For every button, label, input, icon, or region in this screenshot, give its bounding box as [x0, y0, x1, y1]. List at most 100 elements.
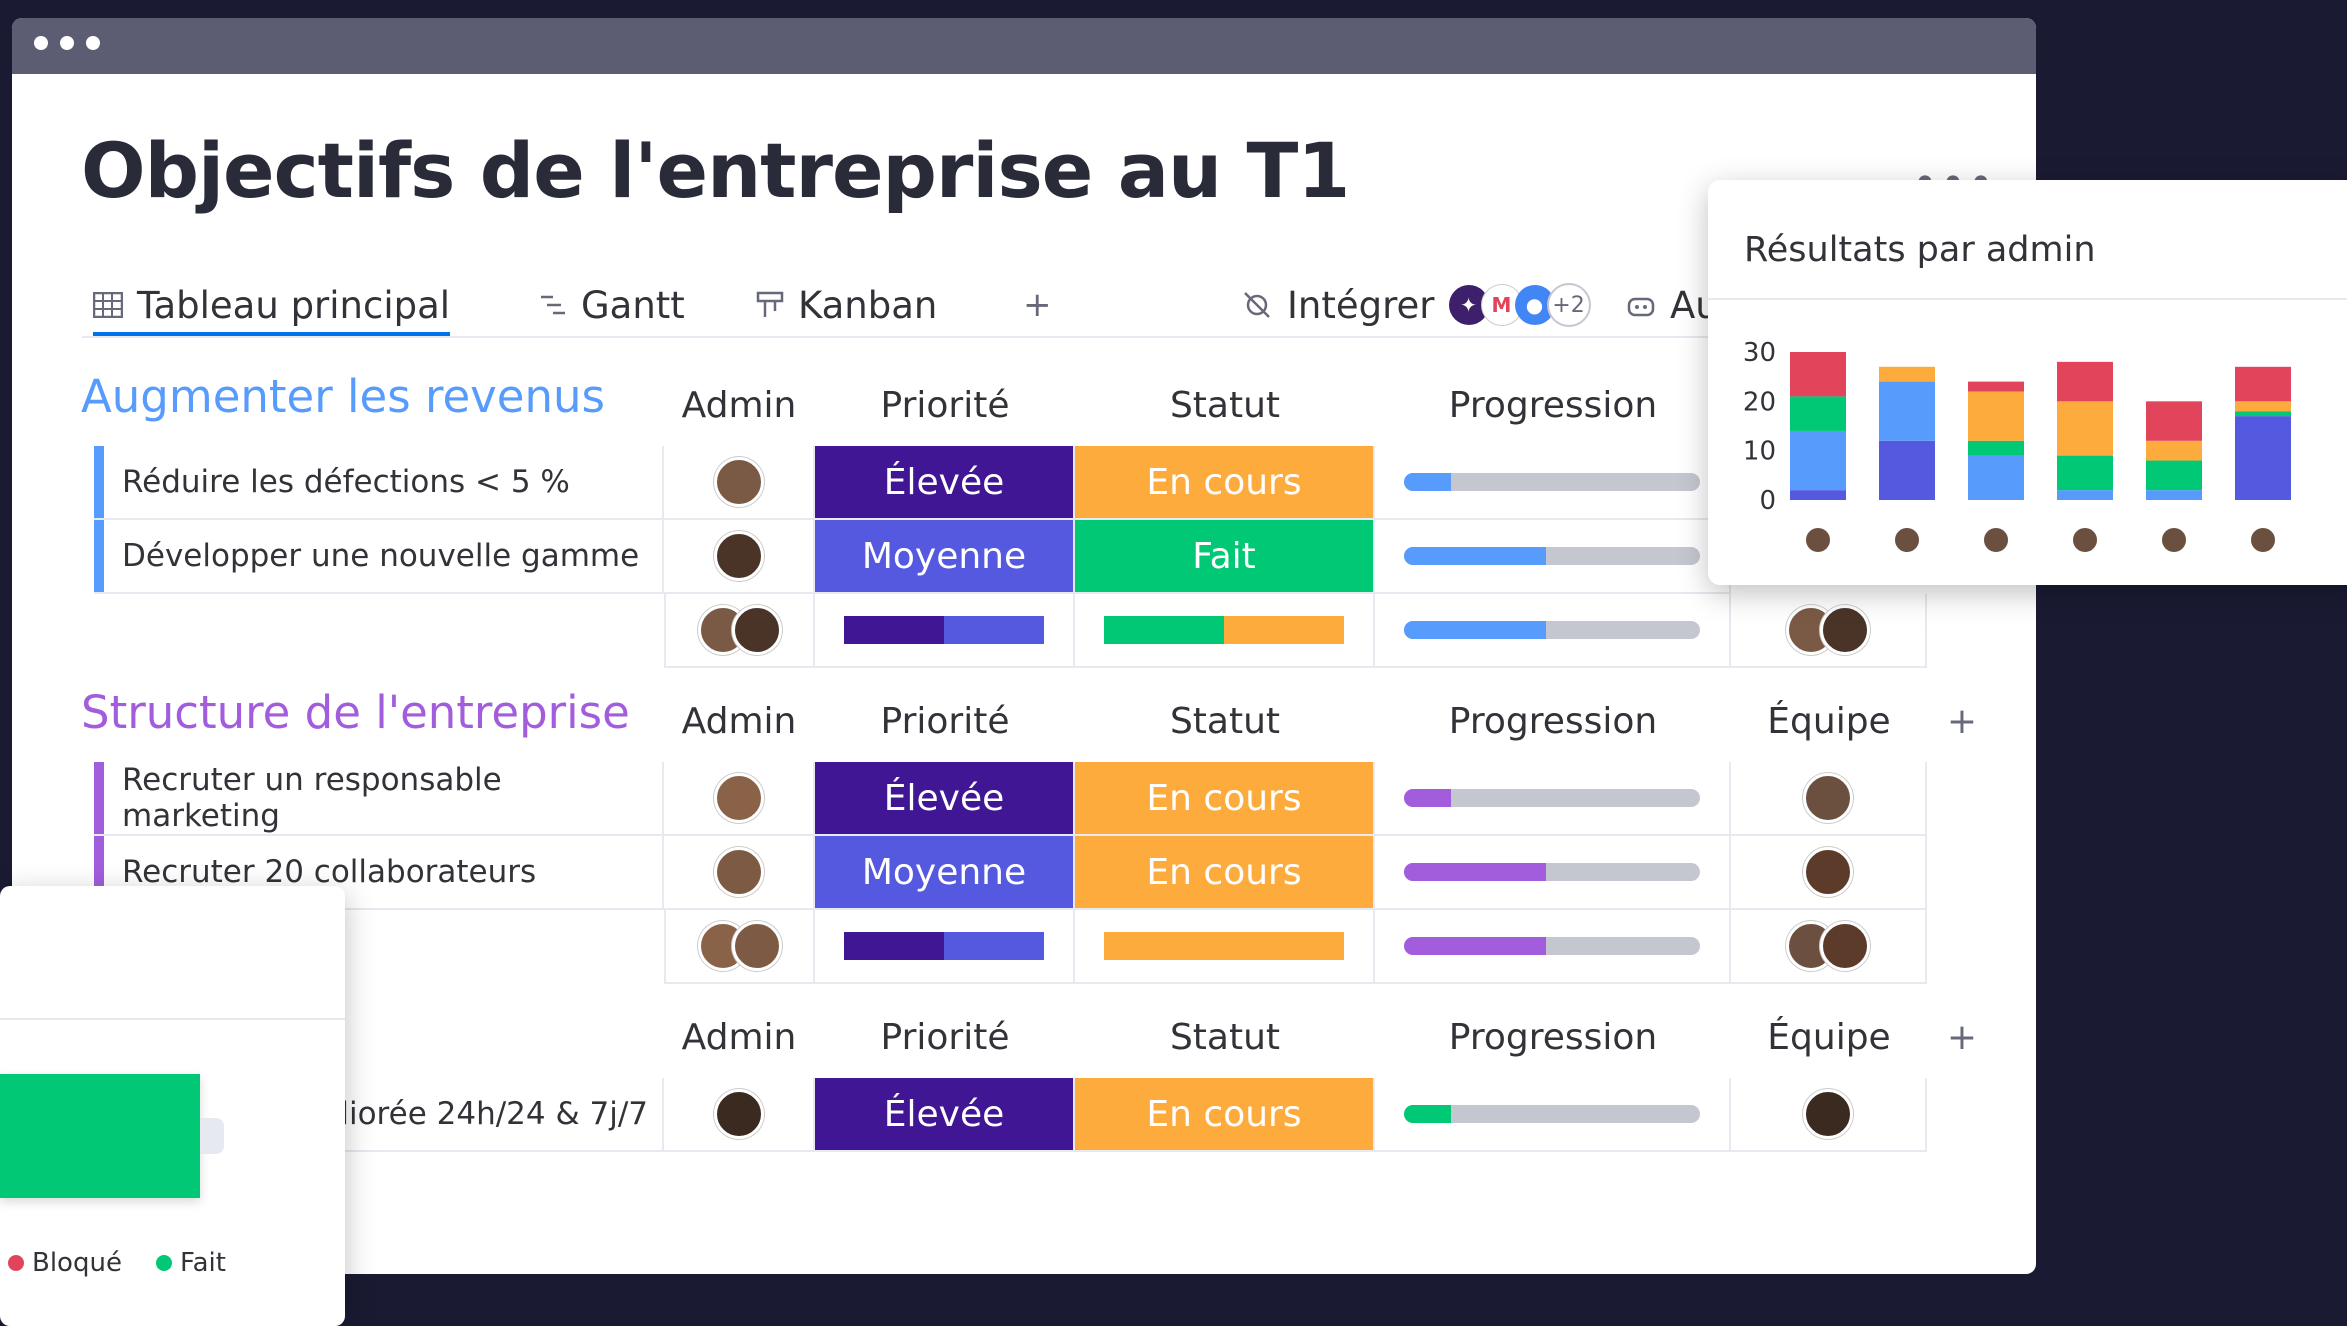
- column-header-status[interactable]: Statut: [1075, 701, 1375, 742]
- column-header-admin[interactable]: Admin: [664, 1017, 814, 1058]
- status-cell[interactable]: En cours: [1075, 836, 1375, 910]
- bar-segment[interactable]: [2146, 460, 2202, 491]
- plus-icon: +: [1023, 285, 1052, 325]
- column-header-status[interactable]: Statut: [1075, 1017, 1375, 1058]
- tab-kanban[interactable]: Kanban: [756, 278, 937, 332]
- bar-segment[interactable]: [2057, 490, 2113, 500]
- legend-dot: [8, 1255, 24, 1271]
- summary-team: [1731, 910, 1927, 984]
- column-header-admin[interactable]: Admin: [664, 701, 814, 742]
- progress-fill: [1404, 547, 1547, 565]
- priority-cell[interactable]: Élevée: [815, 1078, 1075, 1152]
- card-divider: [0, 1018, 345, 1020]
- avatar: [713, 847, 764, 897]
- status-cell[interactable]: Fait: [1075, 520, 1375, 594]
- bar-segment[interactable]: [1968, 440, 2024, 456]
- status-cell[interactable]: En cours: [1075, 446, 1375, 520]
- priority-cell[interactable]: Élevée: [815, 446, 1075, 520]
- legend-item-bloque: Bloqué: [8, 1248, 122, 1278]
- avatar: [731, 921, 782, 971]
- team-cell[interactable]: [1731, 836, 1927, 910]
- y-tick-label: 0: [1759, 486, 1776, 516]
- bar-segment[interactable]: [2146, 490, 2202, 500]
- item-name[interactable]: Réduire les défections < 5 %: [94, 446, 664, 520]
- automate-button[interactable]: Au: [1626, 278, 1719, 332]
- bar-segment[interactable]: [1879, 440, 1935, 500]
- group-title-revenus[interactable]: Augmenter les revenus: [81, 370, 605, 423]
- admin-cell[interactable]: [664, 836, 815, 910]
- bar-segment[interactable]: [2146, 401, 2202, 441]
- bar-segment[interactable]: [2057, 361, 2113, 402]
- legend-item-fait: Fait: [156, 1248, 226, 1278]
- avatar: [1803, 773, 1853, 823]
- bar-segment[interactable]: [1968, 455, 2024, 500]
- column-header-progress[interactable]: Progression: [1375, 1017, 1731, 1058]
- team-cell[interactable]: [1731, 762, 1927, 836]
- bar-segment[interactable]: [2057, 401, 2113, 456]
- add-column-button[interactable]: +: [1927, 701, 1997, 742]
- status-cell[interactable]: En cours: [1075, 1078, 1375, 1152]
- progress-fill: [1404, 863, 1547, 881]
- integrate-icon: [1244, 292, 1270, 318]
- column-header-team[interactable]: Équipe: [1731, 1017, 1927, 1058]
- item-name[interactable]: Recruter un responsable marketing: [94, 762, 664, 836]
- bar-segment[interactable]: [2235, 411, 2291, 417]
- legend-label: Bloqué: [32, 1248, 122, 1278]
- summary-priority: [815, 594, 1075, 668]
- window-dot[interactable]: [34, 36, 48, 50]
- add-view-button[interactable]: +: [1023, 278, 1052, 332]
- group-title-structure[interactable]: Structure de l'entreprise: [81, 686, 630, 739]
- bar-segment[interactable]: [1790, 430, 1846, 491]
- integrate-button[interactable]: Intégrer ✦ M ● +2: [1241, 278, 1591, 332]
- admin-cell[interactable]: [664, 520, 815, 594]
- bar-segment[interactable]: [2235, 366, 2291, 402]
- column-header-progress[interactable]: Progression: [1375, 701, 1731, 742]
- legend-label: Fait: [180, 1248, 226, 1278]
- admin-cell[interactable]: [664, 1078, 815, 1152]
- admin-cell[interactable]: [664, 762, 815, 836]
- tab-gantt[interactable]: Gantt: [539, 278, 685, 332]
- bar-segment[interactable]: [2235, 416, 2291, 500]
- admin-cell[interactable]: [664, 446, 815, 520]
- add-column-button[interactable]: +: [1927, 1017, 1997, 1058]
- column-header-priority[interactable]: Priorité: [815, 1017, 1075, 1058]
- column-header-priority[interactable]: Priorité: [815, 385, 1075, 426]
- team-cell[interactable]: [1731, 1078, 1927, 1152]
- progress-bar: [1404, 547, 1700, 565]
- column-header-team[interactable]: Équipe: [1731, 701, 1927, 742]
- progress-fill: [1404, 621, 1547, 639]
- bar-segment[interactable]: [1790, 396, 1846, 431]
- bar-segment[interactable]: [1790, 352, 1846, 397]
- status-cell[interactable]: En cours: [1075, 762, 1375, 836]
- bar-segment[interactable]: [1879, 381, 1935, 441]
- column-header-status[interactable]: Statut: [1075, 385, 1375, 426]
- priority-cell[interactable]: Moyenne: [815, 836, 1075, 910]
- progress-cell: [1375, 1078, 1731, 1152]
- priority-cell[interactable]: Élevée: [815, 762, 1075, 836]
- progress-bar: [1404, 863, 1700, 881]
- kanban-icon: [756, 291, 784, 317]
- column-header-admin[interactable]: Admin: [664, 385, 814, 426]
- progress-bar: [1404, 937, 1700, 955]
- column-header-priority[interactable]: Priorité: [815, 701, 1075, 742]
- window-controls[interactable]: [34, 36, 100, 50]
- bar-segment[interactable]: [2057, 455, 2113, 491]
- window-dot[interactable]: [86, 36, 100, 50]
- bar-segment[interactable]: [1968, 381, 2024, 392]
- bar-segment[interactable]: [1879, 366, 1935, 382]
- bar-segment[interactable]: [2146, 440, 2202, 461]
- column-header-progress[interactable]: Progression: [1375, 385, 1731, 426]
- integrations-more-badge[interactable]: +2: [1546, 283, 1591, 327]
- bar-segment[interactable]: [1968, 391, 2024, 441]
- priority-cell[interactable]: Moyenne: [815, 520, 1075, 594]
- avatar: [1803, 847, 1853, 897]
- tab-tableau-principal[interactable]: Tableau principal: [93, 278, 451, 337]
- progress-bar: [1404, 789, 1700, 807]
- window-dot[interactable]: [60, 36, 74, 50]
- bar-segment[interactable]: [1790, 490, 1846, 500]
- progress-bar: [1404, 621, 1700, 639]
- y-tick-label: 30: [1743, 338, 1776, 368]
- summary-admin: [664, 910, 815, 984]
- item-name[interactable]: Développer une nouvelle gamme: [94, 520, 664, 594]
- bar-segment[interactable]: [2235, 401, 2291, 412]
